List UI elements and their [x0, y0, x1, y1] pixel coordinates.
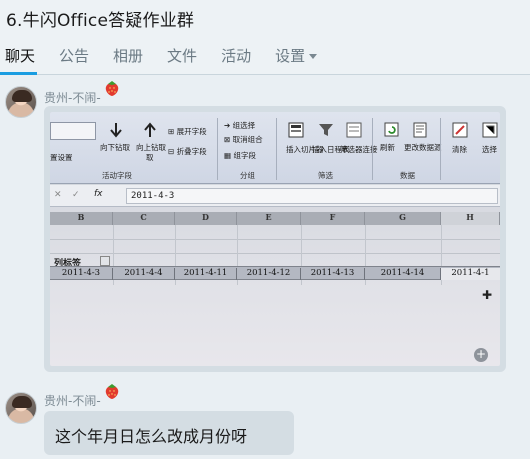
tab-bar: 聊天 公告 相册 文件 活动 设置: [0, 42, 341, 75]
ribbon-group-field: 组字段: [233, 151, 256, 160]
column-header: E: [237, 212, 301, 225]
arrow-up-icon: [144, 122, 156, 137]
ribbon-group-data: 数据: [400, 171, 415, 180]
timeline-icon: [319, 124, 333, 136]
ribbon-select: 选择: [482, 145, 497, 154]
tab-album[interactable]: 相册: [113, 42, 143, 74]
ribbon-ungroup: 取消组合: [232, 135, 263, 144]
ribbon-group-filter: 筛选: [318, 171, 333, 180]
image-message-bubble[interactable]: 置设置 向下钻取 向上钻取 取 ⊞ 展开字段 ⊟ 折叠字段 活动字段 ➔ 组选择…: [44, 106, 506, 372]
clear-icon: [452, 122, 468, 138]
column-header: B: [50, 212, 113, 225]
column-header: D: [175, 212, 237, 225]
tab-chat[interactable]: 聊天: [0, 42, 38, 75]
arrow-down-icon: [110, 123, 122, 138]
grid-line: [50, 253, 500, 254]
date-cell: 2011-4-4: [113, 268, 175, 280]
filter-dropdown-icon: [100, 256, 110, 266]
date-cell: 2011-4-13: [301, 268, 365, 280]
message-text: 这个年月日怎么改成月份呀: [55, 427, 248, 446]
date-cell: 2011-4-12: [237, 268, 301, 280]
ribbon-separator: [372, 118, 373, 180]
group-title: 6.牛闪Office答疑作业群: [6, 11, 195, 31]
date-cell: 2011-4-11: [175, 268, 237, 280]
ribbon-group-active-field: 活动字段: [102, 171, 132, 180]
ribbon-group-selection: 组选择: [232, 121, 256, 130]
field-box: [50, 122, 96, 140]
tab-announcement[interactable]: 公告: [59, 42, 89, 74]
chevron-down-icon: [309, 54, 318, 59]
check-icon: ✓: [72, 190, 80, 200]
chat-header: 6.牛闪Office答疑作业群 聊天 公告 相册 文件 活动 设置: [0, 0, 530, 75]
select-icon: [482, 122, 498, 138]
formula-bar: ✕ ✓ fx 2011-4-3: [50, 185, 500, 207]
date-cell: 2011-4-3: [50, 268, 113, 280]
ribbon-drill-down: 向下钻取: [100, 143, 130, 152]
ribbon-clear: 清除: [452, 145, 467, 154]
tab-files-label: 文件: [167, 47, 198, 65]
tab-activity-label: 活动: [221, 47, 252, 65]
refresh-icon: [384, 122, 399, 137]
tab-settings-label: 设置: [275, 47, 306, 65]
date-cell: 2011-4-14: [365, 268, 441, 280]
ribbon-separator: [217, 118, 218, 180]
filter-connection-icon: [346, 122, 362, 138]
ribbon-fragment: 取: [146, 153, 154, 162]
zoom-in-icon[interactable]: +: [474, 348, 488, 362]
column-header: C: [113, 212, 175, 225]
text-message-bubble[interactable]: 这个年月日怎么改成月份呀: [44, 411, 294, 455]
tab-settings[interactable]: 设置: [275, 42, 318, 74]
tab-chat-label: 聊天: [5, 47, 36, 65]
tab-announcement-label: 公告: [59, 47, 90, 65]
ribbon-collapse-field: 折叠字段: [176, 147, 207, 156]
ribbon-change-data-source: 更改数据源: [404, 143, 442, 152]
ribbon-group-grouping: 分组: [240, 171, 255, 180]
strawberry-icon: [105, 384, 119, 399]
sender-name[interactable]: 贵州-不闹-: [44, 392, 101, 409]
column-header: H: [441, 212, 500, 225]
formula-value: 2011-4-3: [126, 188, 498, 204]
ribbon-expand-field: 展开字段: [176, 127, 207, 136]
change-source-icon: [413, 122, 427, 138]
sender-name[interactable]: 贵州-不闹-: [44, 89, 101, 106]
ribbon-fragment: 置设置: [50, 153, 73, 162]
tab-activity[interactable]: 活动: [221, 42, 251, 74]
ribbon-refresh: 刷新: [380, 143, 395, 152]
avatar[interactable]: [5, 392, 37, 424]
slicer-icon: [288, 122, 304, 138]
strawberry-icon: [105, 81, 119, 96]
tab-album-label: 相册: [113, 47, 144, 65]
fx-label: fx: [94, 189, 103, 199]
ribbon-separator: [440, 118, 441, 180]
tab-files[interactable]: 文件: [167, 42, 197, 74]
close-icon: ✕: [54, 190, 62, 200]
excel-ribbon: 置设置 向下钻取 向上钻取 取 ⊞ 展开字段 ⊟ 折叠字段 活动字段 ➔ 组选择…: [50, 112, 500, 184]
date-label-row: 2011-4-3 2011-4-4 2011-4-11 2011-4-12 20…: [50, 266, 500, 280]
date-cell: 2011-4-1: [441, 268, 500, 280]
excel-screenshot-photo[interactable]: 置设置 向下钻取 向上钻取 取 ⊞ 展开字段 ⊟ 折叠字段 活动字段 ➔ 组选择…: [50, 112, 500, 366]
cross-cursor-icon: ✚: [482, 288, 493, 302]
column-header: F: [301, 212, 365, 225]
column-header: G: [365, 212, 441, 225]
grid-line: [50, 239, 500, 240]
avatar[interactable]: [5, 86, 37, 118]
ribbon-separator: [276, 118, 277, 180]
